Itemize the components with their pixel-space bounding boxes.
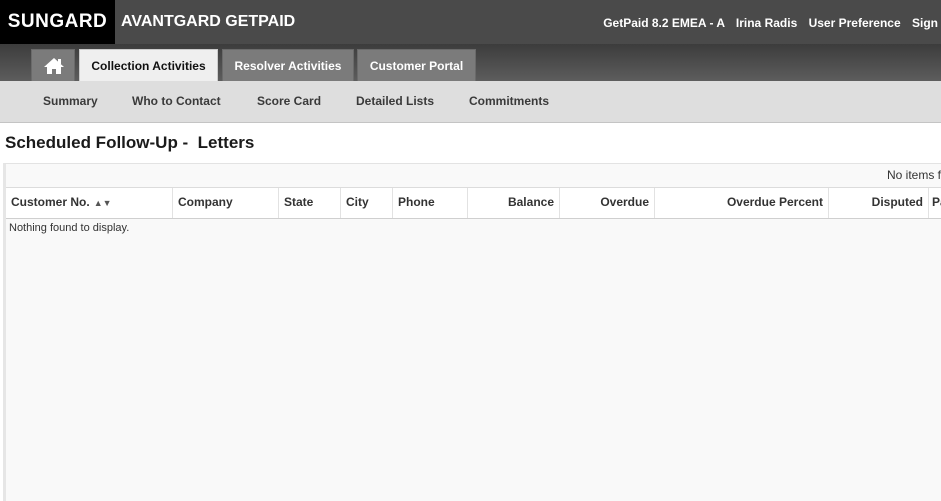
sub-navigation: Summary Who to Contact Score Card Detail… (0, 81, 941, 123)
tab-collection-activities[interactable]: Collection Activities (79, 49, 218, 81)
subnav-who-to-contact[interactable]: Who to Contact (132, 81, 221, 122)
user-name-link[interactable]: Irina Radis (736, 16, 797, 30)
main-tab-bar: Collection Activities Resolver Activitie… (0, 44, 941, 82)
subnav-detailed-lists[interactable]: Detailed Lists (356, 81, 434, 122)
sungard-logo: SUNGARD (0, 0, 115, 44)
column-disputed[interactable]: Disputed (829, 188, 929, 218)
subnav-summary[interactable]: Summary (43, 81, 98, 122)
column-balance[interactable]: Balance (468, 188, 560, 218)
column-pa[interactable]: Pa (929, 188, 941, 218)
tab-resolver-activities[interactable]: Resolver Activities (222, 49, 354, 81)
column-overdue-percent[interactable]: Overdue Percent (655, 188, 829, 218)
user-preference-link[interactable]: User Preference (809, 16, 901, 30)
page-title: Scheduled Follow-Up - Letters (5, 133, 255, 152)
app-title: AVANTGARD GETPAID (121, 13, 296, 30)
sign-out-link[interactable]: Sign (912, 16, 938, 30)
table-header-row: Customer No. ▲▼ Company State City Phone … (6, 187, 941, 219)
column-customer-no-label: Customer No. (11, 195, 90, 209)
subnav-commitments[interactable]: Commitments (469, 81, 549, 122)
column-state[interactable]: State (279, 188, 341, 218)
sort-icon[interactable]: ▲▼ (94, 198, 112, 208)
tab-customer-portal[interactable]: Customer Portal (357, 49, 476, 81)
subnav-score-card[interactable]: Score Card (257, 81, 321, 122)
column-customer-no[interactable]: Customer No. ▲▼ (6, 188, 173, 218)
empty-message: Nothing found to display. (9, 222, 130, 234)
column-city[interactable]: City (341, 188, 393, 218)
column-phone[interactable]: Phone (393, 188, 468, 218)
results-table: No items f Customer No. ▲▼ Company State … (3, 163, 941, 501)
top-right-links: GetPaid 8.2 EMEA - A Irina Radis User Pr… (595, 0, 938, 44)
column-overdue[interactable]: Overdue (560, 188, 655, 218)
pager-status: No items f (886, 168, 941, 182)
top-bar: SUNGARD AVANTGARD GETPAID GetPaid 8.2 EM… (0, 0, 941, 44)
column-company[interactable]: Company (173, 188, 279, 218)
home-tab[interactable] (31, 49, 75, 81)
version-label: GetPaid 8.2 EMEA - A (603, 16, 725, 30)
home-icon (44, 58, 64, 74)
